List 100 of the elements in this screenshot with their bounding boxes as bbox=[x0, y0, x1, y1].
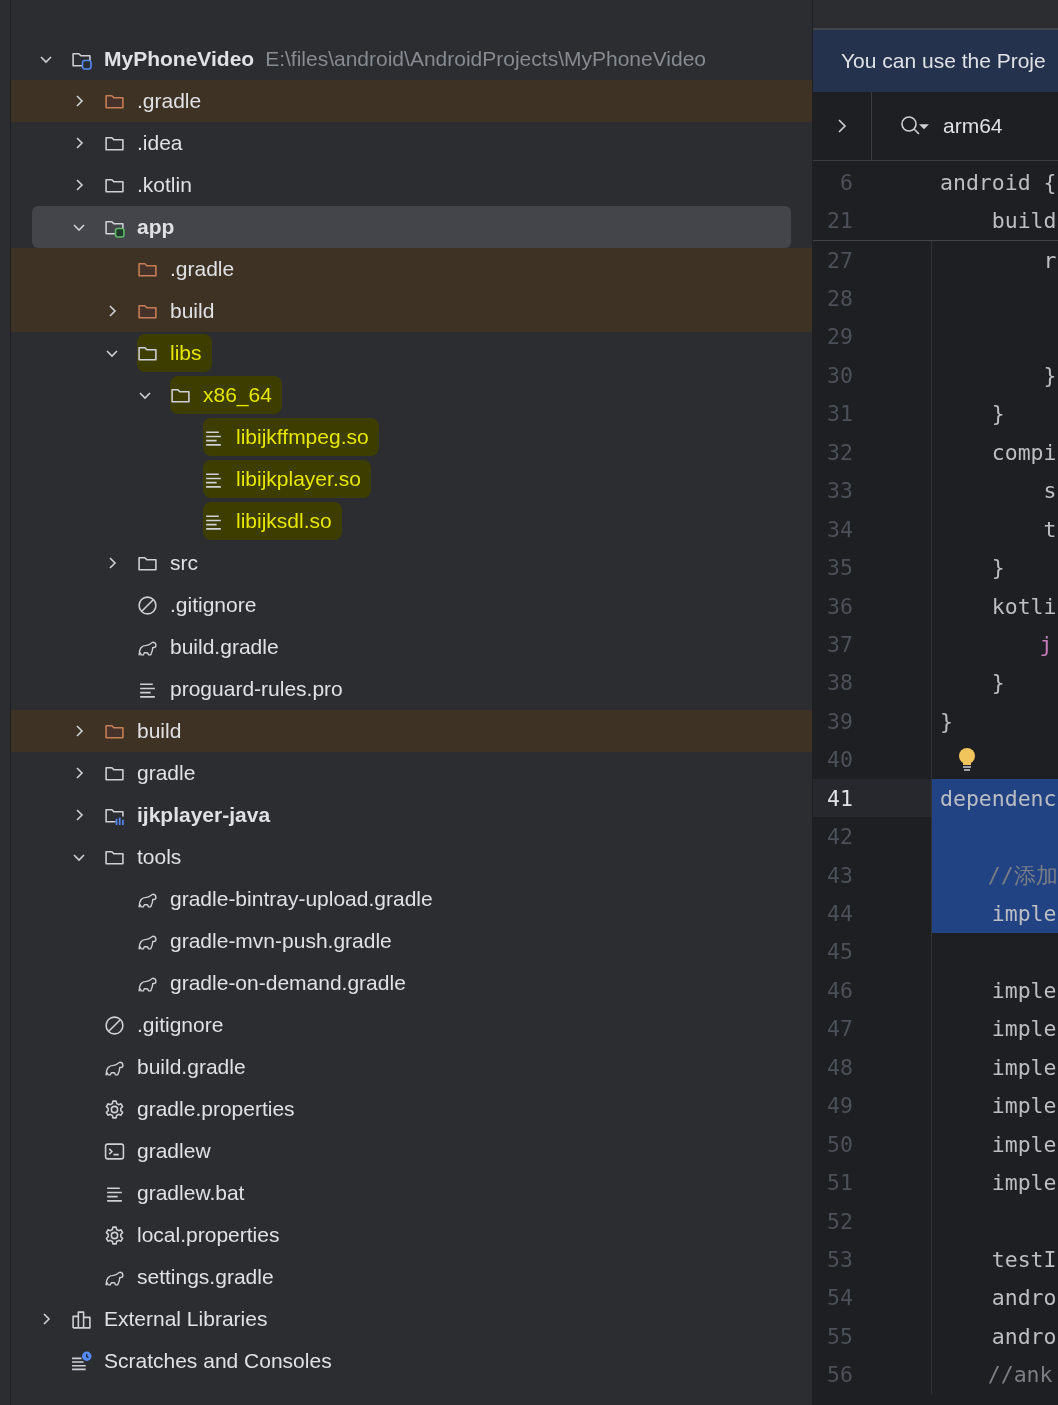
file-name: proguard-rules.pro bbox=[170, 677, 343, 701]
file-name: gradlew bbox=[137, 1139, 211, 1163]
file-name: Scratches and Consoles bbox=[104, 1349, 332, 1373]
tree-row[interactable]: .kotlin bbox=[11, 164, 812, 206]
file-name: .kotlin bbox=[137, 173, 192, 197]
file-name: .gitignore bbox=[137, 1013, 224, 1037]
code-line: } bbox=[1042, 361, 1058, 390]
file-name: gradlew.bat bbox=[137, 1181, 245, 1205]
file-name: libs bbox=[170, 341, 202, 365]
file-name: libijkplayer.so bbox=[236, 467, 361, 491]
code-line: imple bbox=[990, 1092, 1058, 1121]
tree-row[interactable]: gradle-bintray-upload.gradle bbox=[11, 878, 812, 920]
tree-row[interactable]: External Libraries bbox=[11, 1298, 812, 1340]
project-path: E:\files\android\AndroidProjects\MyPhoneVideo bbox=[265, 47, 706, 71]
tree-row[interactable]: ijkplayer-java bbox=[11, 794, 812, 836]
code-line: j bbox=[1038, 631, 1053, 657]
terminal-icon bbox=[104, 1140, 125, 1162]
search-field[interactable]: arm64 bbox=[943, 114, 1003, 138]
tree-row[interactable]: app bbox=[32, 206, 791, 248]
tree-row[interactable]: build.gradle bbox=[11, 626, 812, 668]
info-banner: You can use the Proje bbox=[813, 30, 1058, 92]
file-name: src bbox=[170, 551, 198, 575]
file-name: settings.gradle bbox=[137, 1265, 274, 1289]
code-line: t bbox=[1042, 515, 1058, 544]
tree-row[interactable]: build bbox=[11, 290, 812, 332]
tree-row[interactable]: x86_64 bbox=[11, 374, 812, 416]
file-name: .idea bbox=[137, 131, 183, 155]
file-name: local.properties bbox=[137, 1223, 280, 1247]
library-icon bbox=[71, 1308, 92, 1330]
file-name: .gitignore bbox=[170, 593, 257, 617]
file-name: External Libraries bbox=[104, 1307, 268, 1331]
tree-row[interactable]: gradle.properties bbox=[11, 1088, 812, 1130]
tree-row[interactable]: libijkffmpeg.so bbox=[11, 416, 812, 458]
tree-row[interactable]: MyPhoneVideo E:\files\android\AndroidProjects\MyPhoneVideo bbox=[11, 38, 812, 80]
tree-row[interactable]: .gradle bbox=[11, 80, 812, 122]
scratches-icon bbox=[71, 1350, 92, 1372]
code-line: } bbox=[990, 669, 1006, 698]
tree-row[interactable]: .idea bbox=[11, 122, 812, 164]
tree-row[interactable]: tools bbox=[11, 836, 812, 878]
code-line: imple bbox=[990, 1015, 1058, 1044]
file-name: .gradle bbox=[137, 89, 202, 113]
file-name: gradle.properties bbox=[137, 1097, 295, 1121]
tree-row[interactable]: gradle bbox=[11, 752, 812, 794]
tree-row[interactable]: proguard-rules.pro bbox=[11, 668, 812, 710]
tree-row[interactable]: .gitignore bbox=[11, 584, 812, 626]
code-line: imple bbox=[990, 1053, 1058, 1082]
code-line: andro bbox=[990, 1284, 1058, 1313]
file-name: .gradle bbox=[170, 257, 235, 281]
file-name: build bbox=[170, 299, 215, 323]
code-line: build bbox=[990, 207, 1058, 236]
tree-row[interactable]: libs bbox=[11, 332, 812, 374]
file-name: MyPhoneVideo bbox=[104, 47, 255, 71]
tree-row[interactable]: .gradle bbox=[11, 248, 812, 290]
code-line: andro bbox=[990, 1322, 1058, 1351]
code-line: imple bbox=[990, 900, 1058, 929]
file-name: ijkplayer-java bbox=[137, 803, 271, 827]
code-line: compi bbox=[990, 438, 1058, 467]
file-name: x86_64 bbox=[203, 383, 272, 407]
file-name: gradle-mvn-push.gradle bbox=[170, 929, 392, 953]
file-name: tools bbox=[137, 845, 182, 869]
file-name: build.gradle bbox=[137, 1055, 246, 1079]
code-line: } bbox=[990, 554, 1006, 583]
tree-row[interactable]: libijksdl.so bbox=[11, 500, 812, 542]
gear-icon bbox=[104, 1224, 125, 1246]
file-name: gradle-on-demand.gradle bbox=[170, 971, 406, 995]
tree-row[interactable]: build bbox=[11, 710, 812, 752]
tree-row[interactable]: local.properties bbox=[11, 1214, 812, 1256]
tree-row[interactable]: settings.gradle bbox=[11, 1256, 812, 1298]
code-line: //ank bbox=[986, 1362, 1053, 1388]
tree-row[interactable]: gradle-mvn-push.gradle bbox=[11, 920, 812, 962]
code-line: } bbox=[990, 400, 1006, 429]
file-name: libijkffmpeg.so bbox=[236, 425, 369, 449]
tree-row[interactable]: libijkplayer.so bbox=[11, 458, 812, 500]
code-line: imple bbox=[990, 1169, 1058, 1198]
tree-row[interactable]: Scratches and Consoles bbox=[11, 1340, 812, 1382]
code-line: } bbox=[939, 707, 954, 736]
code-line: dependenc bbox=[939, 784, 1058, 813]
gear-icon bbox=[104, 1098, 125, 1120]
code-line: imple bbox=[990, 976, 1058, 1005]
tree-row[interactable]: gradle-on-demand.gradle bbox=[11, 962, 812, 1004]
tree-row[interactable]: .gitignore bbox=[11, 1004, 812, 1046]
file-name: app bbox=[137, 215, 175, 239]
code-line: kotli bbox=[990, 592, 1058, 621]
code-line: android { bbox=[939, 168, 1058, 197]
file-name: build.gradle bbox=[170, 635, 279, 659]
lightbulb-icon[interactable] bbox=[956, 746, 978, 773]
tree-row[interactable]: gradlew.bat bbox=[11, 1172, 812, 1214]
file-name: libijksdl.so bbox=[236, 509, 332, 533]
tree-row[interactable]: build.gradle bbox=[11, 1046, 812, 1088]
tree-row[interactable]: src bbox=[11, 542, 812, 584]
line-number: 41 bbox=[826, 785, 853, 811]
ignore-icon bbox=[137, 594, 158, 616]
code-line: r bbox=[1042, 246, 1058, 275]
code-line: testI bbox=[990, 1245, 1058, 1274]
code-line: s bbox=[1042, 477, 1058, 506]
file-name: gradle-bintray-upload.gradle bbox=[170, 887, 433, 911]
code-line: imple bbox=[990, 1130, 1058, 1159]
code-line: //添加 bbox=[986, 861, 1058, 890]
ignore-icon bbox=[104, 1014, 125, 1036]
tree-row[interactable]: gradlew bbox=[11, 1130, 812, 1172]
